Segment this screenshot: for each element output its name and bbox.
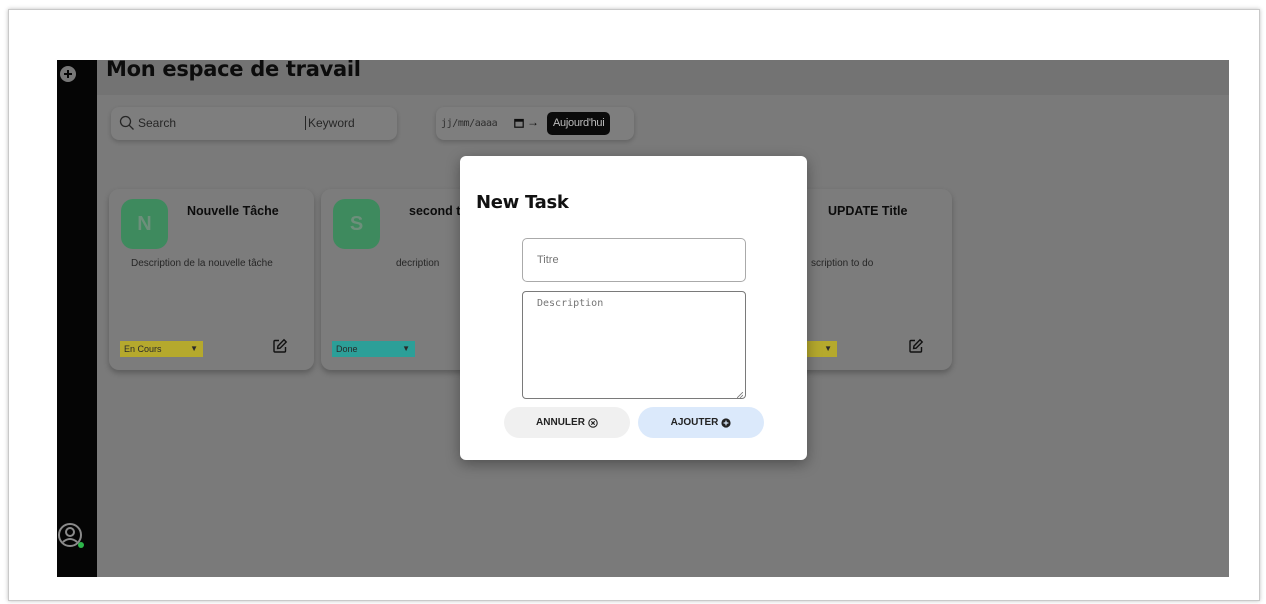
status-select[interactable]: Done ▼: [332, 341, 415, 357]
sidebar: [57, 60, 97, 577]
search-input[interactable]: Search: [138, 116, 176, 130]
task-title: UPDATE Title: [828, 204, 908, 218]
task-description: scription to do: [811, 258, 874, 269]
arrow-right-icon: →: [527, 115, 539, 129]
x-circle-icon: [588, 417, 598, 428]
today-button[interactable]: Aujourd'hui: [547, 112, 611, 135]
task-description: decription: [396, 258, 440, 269]
chevron-down-icon: ▼: [402, 344, 410, 353]
cancel-label: ANNULER: [536, 417, 585, 428]
new-task-modal: New Task ANNULER AJOUTER: [460, 156, 807, 460]
page-title: Mon espace de travail: [106, 60, 361, 81]
modal-title: New Task: [476, 192, 569, 213]
keyword-input[interactable]: Keyword: [305, 116, 355, 130]
edit-icon[interactable]: [908, 338, 924, 354]
plus-circle-icon[interactable]: [59, 65, 77, 83]
status-select[interactable]: En Cours ▼: [120, 341, 203, 357]
task-avatar: N: [121, 199, 168, 249]
task-card[interactable]: N Nouvelle Tâche Description de la nouve…: [109, 189, 314, 370]
task-title: second ti: [409, 204, 464, 218]
add-label: AJOUTER: [670, 417, 719, 428]
task-title: Nouvelle Tâche: [187, 204, 279, 218]
add-button[interactable]: AJOUTER: [638, 407, 764, 438]
date-filter: jj/mm/aaaa → Aujourd'hui: [436, 107, 634, 140]
task-avatar: S: [333, 199, 380, 249]
cancel-button[interactable]: ANNULER: [504, 407, 630, 438]
user-circle-icon[interactable]: [57, 520, 87, 552]
edit-icon[interactable]: [272, 338, 288, 354]
plus-circle-icon: [721, 417, 731, 428]
search-bar[interactable]: Search Keyword: [111, 107, 397, 140]
search-icon: [119, 115, 134, 130]
chevron-down-icon: ▼: [190, 344, 198, 353]
chevron-down-icon: ▼: [824, 344, 832, 353]
calendar-icon[interactable]: [514, 118, 524, 128]
resize-handle-icon[interactable]: [737, 392, 743, 398]
title-input[interactable]: [522, 238, 746, 282]
task-description: Description de la nouvelle tâche: [131, 258, 273, 269]
description-textarea[interactable]: [522, 291, 746, 399]
online-status-dot: [78, 542, 84, 548]
date-input[interactable]: jj/mm/aaaa: [441, 118, 498, 129]
status-value: En Cours: [124, 344, 162, 354]
status-value: Done: [336, 344, 358, 354]
